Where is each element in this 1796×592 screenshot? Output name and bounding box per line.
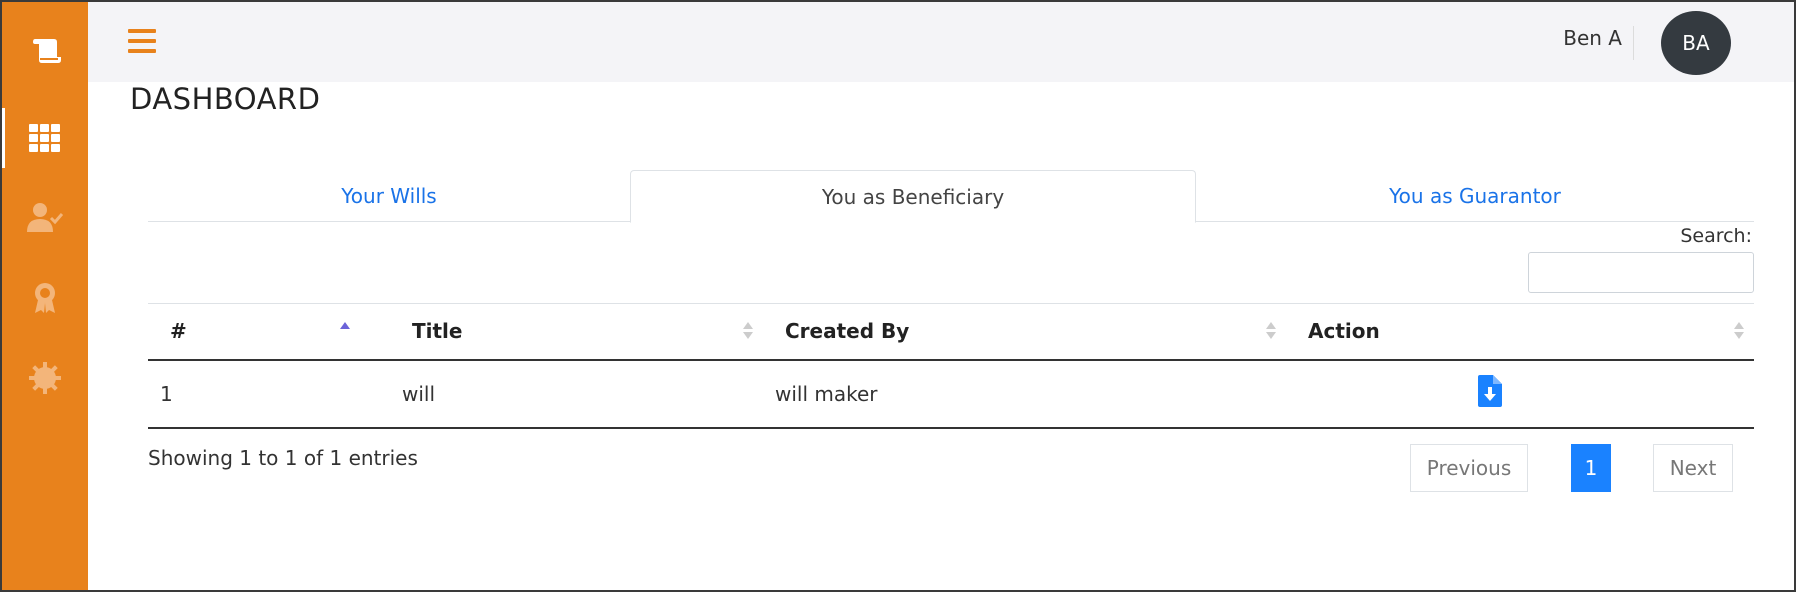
cell-action [1286, 359, 1754, 429]
sidebar-item-logo[interactable] [2, 20, 88, 80]
search-input[interactable] [1528, 252, 1754, 293]
cell-number: 1 [148, 359, 390, 429]
data-table: # Title Created By Action 1 will will ma… [148, 303, 1754, 429]
cell-title: will [390, 359, 763, 429]
column-header-title[interactable]: Title [390, 303, 763, 361]
sidebar-item-dashboard[interactable] [2, 108, 88, 168]
hamburger-line [128, 39, 156, 43]
column-header-action[interactable]: Action [1286, 303, 1754, 361]
tab-guarantor[interactable]: You as Guarantor [1196, 170, 1754, 222]
hamburger-line [128, 49, 156, 53]
entries-info: Showing 1 to 1 of 1 entries [148, 446, 418, 470]
user-check-icon [27, 203, 63, 232]
tab-bar: Your Wills You as Beneficiary You as Gua… [148, 170, 1754, 223]
gear-icon [29, 362, 61, 394]
sidebar-item-settings[interactable] [2, 348, 88, 408]
hamburger-line [128, 29, 156, 33]
tab-your-wills[interactable]: Your Wills [148, 170, 630, 222]
menu-toggle-button[interactable] [128, 29, 156, 55]
user-name[interactable]: Ben A [1563, 26, 1622, 50]
column-header-label: Title [412, 319, 463, 344]
column-header-number[interactable]: # [148, 303, 390, 361]
sort-icon [1266, 322, 1276, 344]
sidebar-item-users[interactable] [2, 188, 88, 248]
sort-icon [743, 322, 753, 344]
download-button[interactable] [1478, 375, 1502, 412]
search-label: Search: [1680, 225, 1752, 247]
previous-button[interactable]: Previous [1410, 444, 1528, 492]
file-download-icon [1478, 375, 1502, 407]
table-header-row: # Title Created By Action [148, 303, 1754, 361]
tab-beneficiary[interactable]: You as Beneficiary [630, 170, 1196, 223]
avatar[interactable]: BA [1661, 11, 1731, 75]
column-header-label: Created By [785, 319, 910, 344]
page-title: DASHBOARD [130, 82, 321, 116]
column-header-created-by[interactable]: Created By [763, 303, 1286, 361]
sort-asc-icon [340, 322, 350, 344]
next-button[interactable]: Next [1653, 444, 1733, 492]
scroll-icon [33, 39, 61, 63]
page-1-button[interactable]: 1 [1571, 444, 1611, 492]
header-divider [1633, 26, 1634, 60]
active-indicator [2, 108, 5, 168]
award-icon [35, 283, 55, 313]
sort-icon [1734, 322, 1744, 344]
cell-created-by: will maker [763, 359, 1286, 429]
column-header-label: # [170, 319, 187, 344]
table-row: 1 will will maker [148, 359, 1754, 429]
sidebar-item-awards[interactable] [2, 268, 88, 328]
sidebar [2, 2, 88, 590]
top-bar: Ben A BA [88, 2, 1794, 82]
column-header-label: Action [1308, 319, 1380, 344]
grid-icon [29, 124, 60, 152]
